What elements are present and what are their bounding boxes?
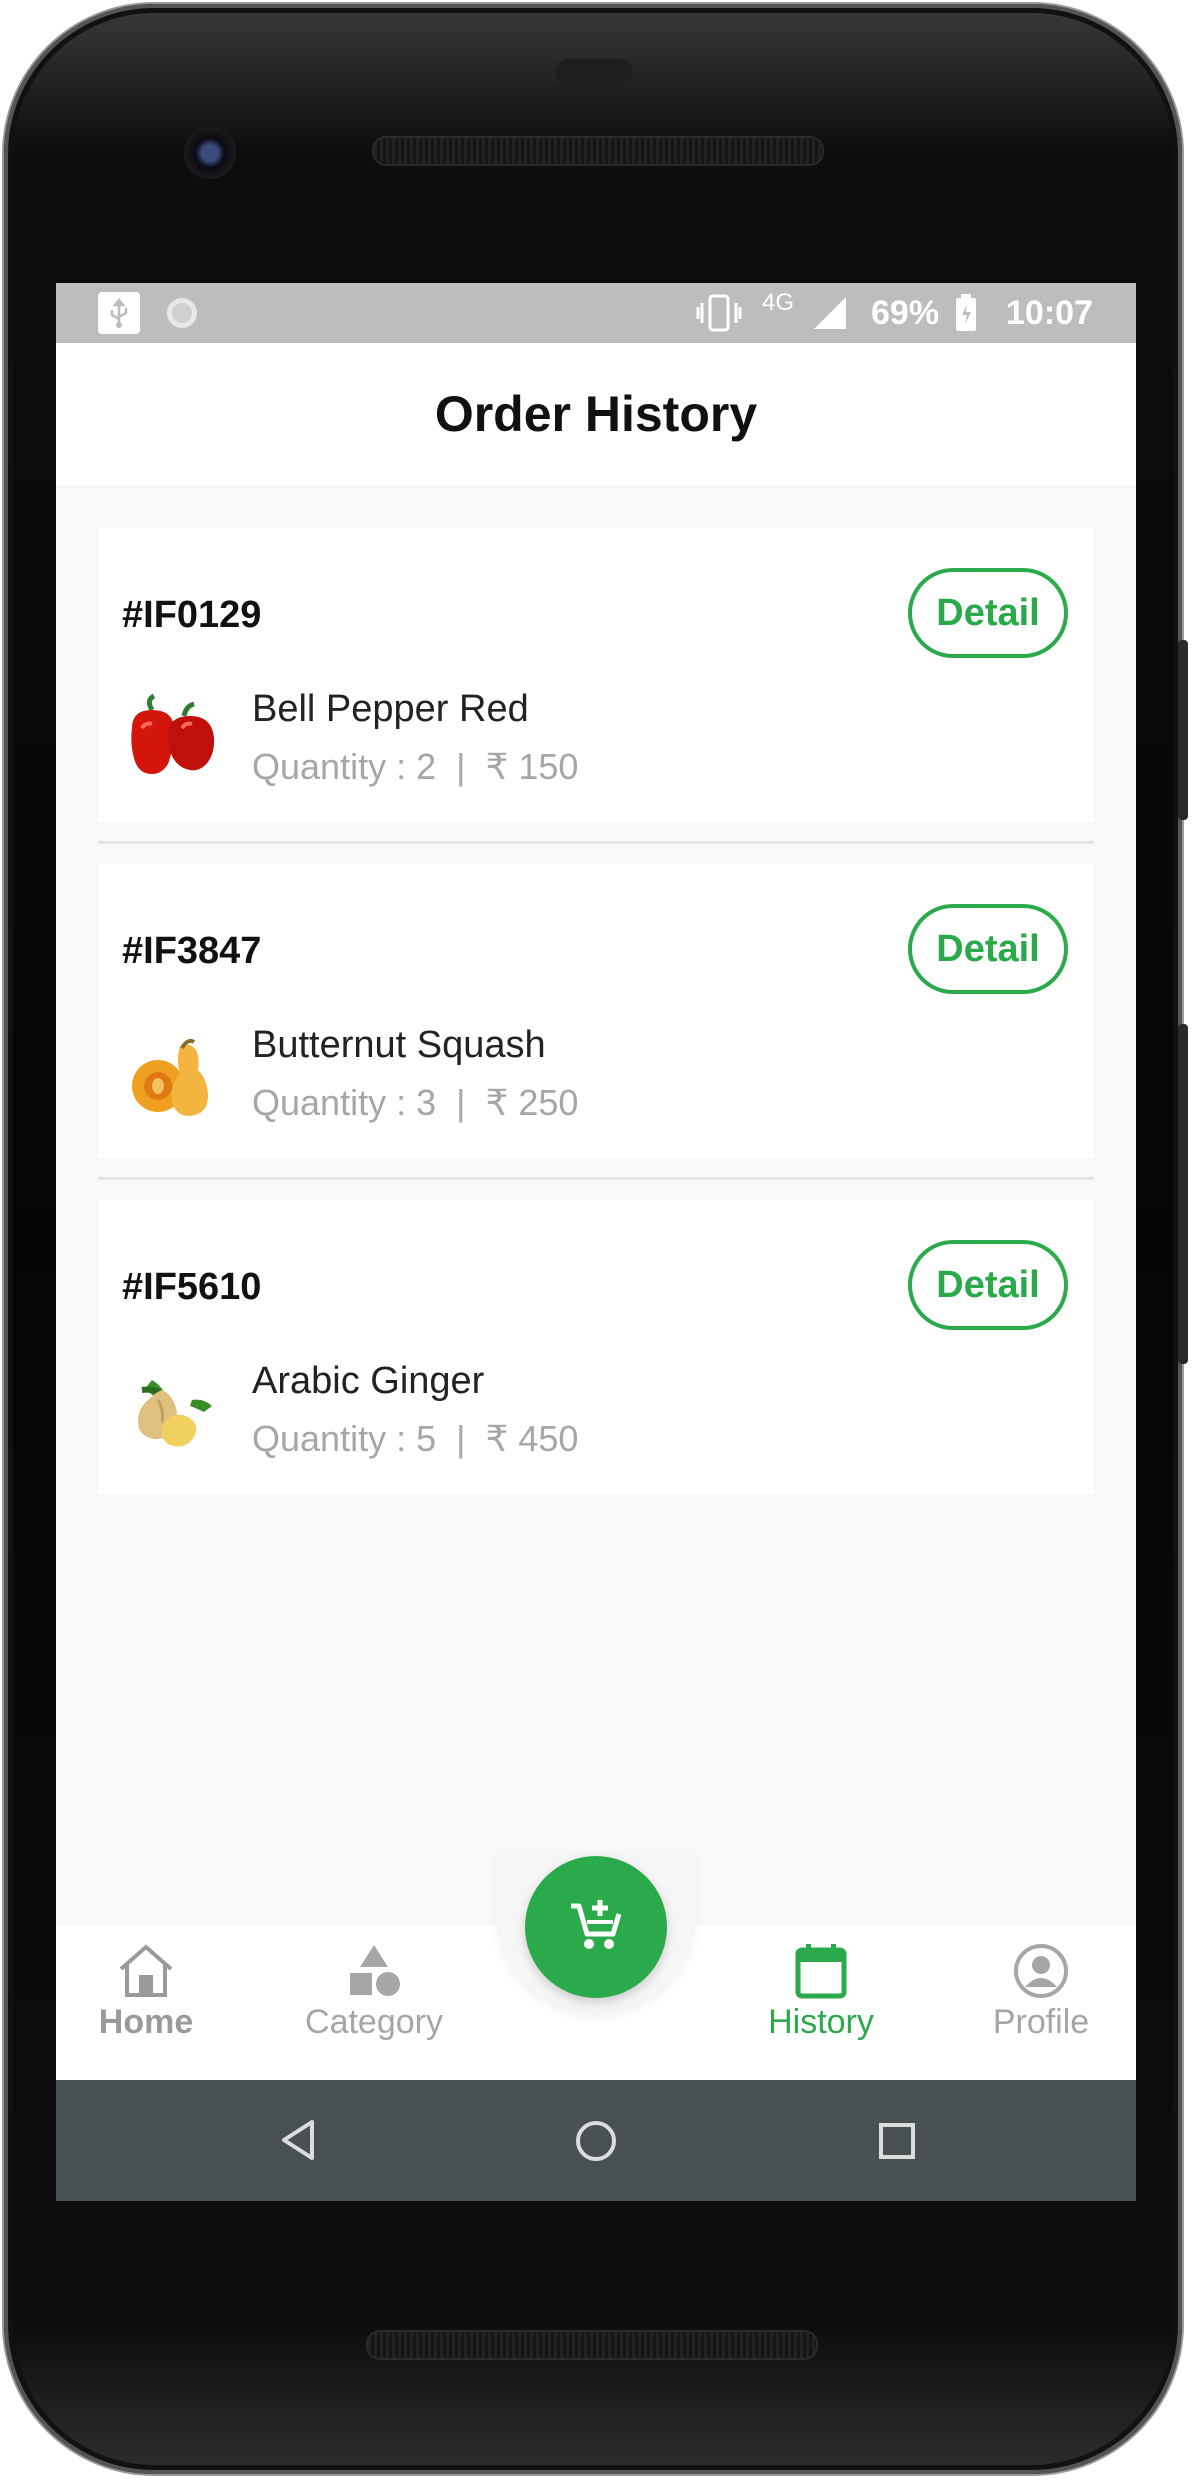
nav-home[interactable]: Home [86,1925,206,2080]
add-to-cart-button[interactable] [525,1856,667,1998]
page-title: Order History [434,386,758,442]
battery-percent: 69% [871,293,940,332]
category-icon [344,1941,404,2001]
nav-history[interactable]: History [756,1925,886,2080]
bottom-speaker-grille [366,2330,818,2360]
back-icon[interactable] [278,2118,318,2167]
power-button [1178,1024,1188,1364]
home-circle-icon[interactable] [574,2119,618,2168]
detail-button[interactable]: Detail [908,568,1068,658]
usb-icon [98,283,140,343]
sync-icon [164,283,200,343]
vibrate-icon [696,283,742,343]
nav-label: Profile [992,2003,1090,2041]
battery-icon [954,283,978,343]
home-icon [115,1941,177,2001]
nav-label: History [768,2003,874,2041]
detail-button[interactable]: Detail [908,904,1068,994]
item-name: Bell Pepper Red [252,688,529,730]
phone-frame: 4G 69% 10:07 Order History #IF0129 Detai… [4,4,1188,2474]
item-name: Arabic Ginger [252,1360,485,1402]
earpiece-slot [555,59,633,85]
ginger-image [122,1360,222,1460]
status-bar: 4G 69% 10:07 [56,283,1136,343]
item-quantity-price: Quantity : 5 | ₹ 450 [252,1418,579,1459]
app-header: Order History [56,343,1136,485]
nav-category[interactable]: Category [284,1925,464,2080]
front-camera [184,127,236,179]
detail-button[interactable]: Detail [908,1240,1068,1330]
order-card[interactable]: #IF5610 Detail Arabic Ginger Quantity : … [98,1200,1094,1494]
network-type: 4G [762,289,795,316]
order-id: #IF5610 [122,1266,262,1308]
top-speaker-grille [372,136,824,166]
order-id: #IF0129 [122,594,262,636]
item-name: Butternut Squash [252,1024,546,1066]
signal-icon [812,283,848,343]
clock: 10:07 [1006,293,1093,332]
calendar-icon [794,1941,848,2001]
order-card[interactable]: #IF0129 Detail Bell Pepper Red Quantity … [98,528,1094,822]
nav-label: Home [98,2003,194,2041]
bell-pepper-image [122,688,222,788]
app-screen: 4G 69% 10:07 Order History #IF0129 Detai… [56,283,1136,2201]
add-to-cart-icon [567,1896,625,1959]
item-quantity-price: Quantity : 3 | ₹ 250 [252,1082,579,1123]
order-card[interactable]: #IF3847 Detail Butternut Squash Quantity… [98,864,1094,1158]
nav-profile[interactable]: Profile [976,1925,1106,2080]
divider [98,841,1094,844]
nav-label: Category [305,2003,443,2041]
order-id: #IF3847 [122,930,262,972]
divider [98,1177,1094,1180]
item-quantity-price: Quantity : 2 | ₹ 150 [252,746,579,787]
butternut-squash-image [122,1024,222,1124]
profile-icon [1013,1941,1069,2001]
system-navigation-bar [56,2080,1136,2201]
volume-button [1178,640,1188,820]
recents-icon[interactable] [878,2122,916,2165]
